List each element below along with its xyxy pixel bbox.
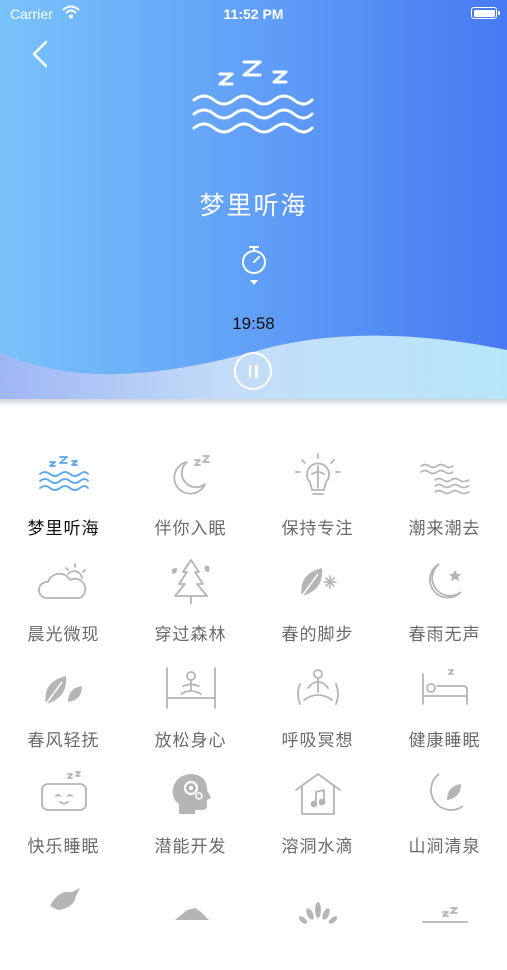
sound-label: 春雨无声	[408, 625, 481, 645]
moon-zzz-icon	[173, 455, 210, 495]
sound-item-dawn[interactable]: 晨光微现	[0, 546, 127, 652]
meditation-frame-icon	[166, 667, 216, 709]
sound-label: 溶洞水滴	[281, 837, 354, 857]
timer-icon[interactable]	[238, 242, 270, 288]
sound-item-sleep-companion[interactable]: 伴你入眠	[127, 440, 254, 546]
player-header: Carrier 11:52 PM 梦里听海 19:58	[0, 0, 507, 400]
sound-item-spring-rain[interactable]: 春雨无声	[381, 546, 507, 652]
sound-item-animal[interactable]	[127, 864, 254, 970]
bird-icon	[50, 888, 80, 910]
status-time: 11:52 PM	[223, 6, 284, 22]
animal-icon	[175, 908, 209, 920]
sound-item-relax[interactable]: 放松身心	[127, 652, 254, 758]
sound-item-healthy-sleep[interactable]: 健康睡眠	[381, 652, 507, 758]
sound-item-forest[interactable]: 穿过森林	[127, 546, 254, 652]
pine-tree-icon	[171, 559, 210, 604]
battery-icon	[471, 7, 500, 19]
status-bar: Carrier 11:52 PM	[0, 0, 507, 28]
sound-label: 春风轻抚	[27, 731, 100, 751]
sound-label: 健康睡眠	[408, 731, 481, 751]
sound-item-bird[interactable]	[0, 864, 127, 970]
moon-leaf-icon	[430, 773, 464, 811]
leaves-icon	[45, 676, 82, 705]
bed-icon	[422, 669, 468, 705]
sound-item-mountain-spring[interactable]: 山涧清泉	[381, 758, 507, 864]
back-button[interactable]	[26, 36, 56, 72]
sunrise-cloud-icon	[38, 563, 87, 599]
sound-label: 穿过森林	[154, 625, 227, 645]
pause-button[interactable]	[234, 352, 272, 390]
sound-label: 山涧清泉	[408, 837, 481, 857]
header-divider	[0, 399, 507, 406]
sound-label: 伴你入眠	[154, 519, 227, 539]
sound-item-potential[interactable]: 潜能开发	[127, 758, 254, 864]
moon-star-icon	[429, 563, 462, 599]
track-title: 梦里听海	[199, 191, 308, 220]
sound-label: 潮来潮去	[408, 519, 481, 539]
sound-label: 放松身心	[154, 731, 227, 751]
sound-item-dream-sea[interactable]: 梦里听海	[0, 440, 127, 546]
house-music-icon	[295, 773, 341, 815]
sound-item-happy-sleep[interactable]: 快乐睡眠	[0, 758, 127, 864]
sound-label: 呼吸冥想	[281, 731, 354, 751]
sound-item-bed-zzz[interactable]	[381, 864, 507, 970]
sound-item-tides[interactable]: 潮来潮去	[381, 440, 507, 546]
pillow-zzz-icon	[41, 771, 87, 811]
sound-label: 快乐睡眠	[27, 837, 100, 857]
breathing-meditation-icon	[297, 669, 339, 705]
bed-zzz-icon	[422, 907, 468, 923]
fountain-icon	[298, 902, 338, 924]
sound-item-fountain[interactable]	[254, 864, 381, 970]
lightbulb-brain-icon	[295, 453, 341, 495]
sound-item-spring-breeze[interactable]: 春风轻抚	[0, 652, 127, 758]
sound-item-spring-steps[interactable]: 春的脚步	[254, 546, 381, 652]
tide-waves-icon	[420, 463, 470, 495]
leaf-flower-icon	[301, 568, 337, 597]
sleep-waves-icon	[39, 456, 89, 491]
head-gears-icon	[172, 774, 211, 814]
sound-item-focus[interactable]: 保持专注	[254, 440, 381, 546]
sound-label: 晨光微现	[27, 625, 100, 645]
sound-label: 春的脚步	[281, 625, 354, 645]
sound-item-breathing[interactable]: 呼吸冥想	[254, 652, 381, 758]
sound-item-cave-drops[interactable]: 溶洞水滴	[254, 758, 381, 864]
sound-label: 保持专注	[281, 519, 354, 539]
sleep-waves-icon	[192, 60, 314, 134]
sound-label: 梦里听海	[27, 519, 100, 539]
sound-label: 潜能开发	[154, 837, 227, 857]
